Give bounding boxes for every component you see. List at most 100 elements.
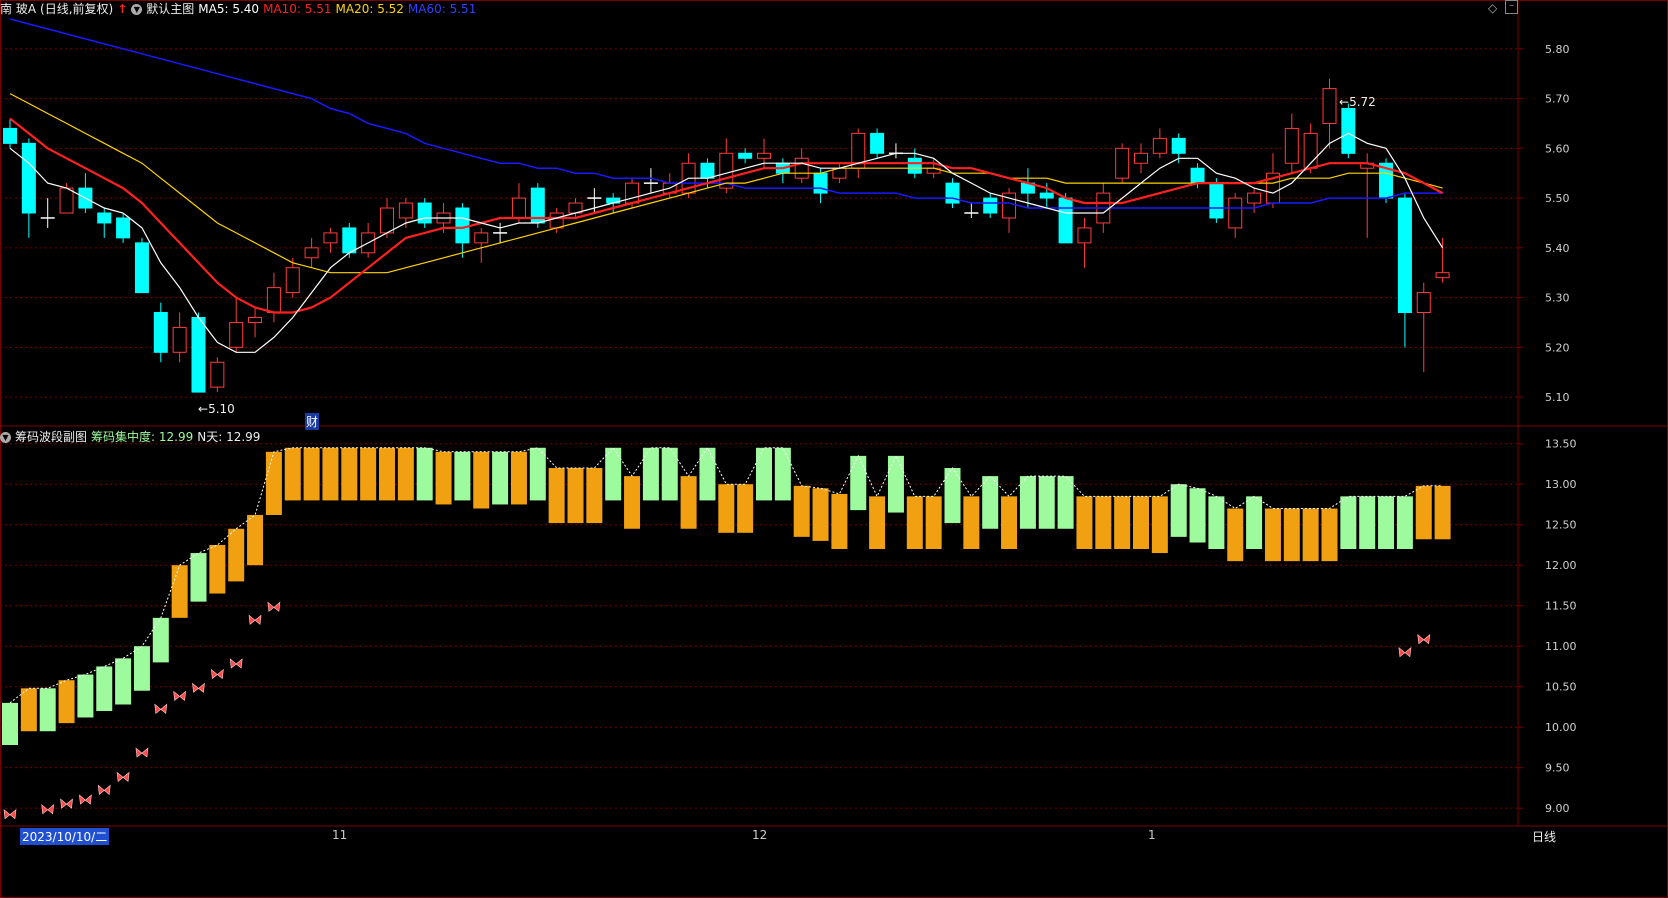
candle-body bbox=[1115, 147, 1130, 179]
chip-bar bbox=[58, 680, 75, 724]
chip-bar bbox=[1227, 508, 1244, 562]
kline-chart-window: 5.10 5.20 5.30 5.40 5.50 5.60 5.70 5.80 9.00 9.50… bbox=[0, 0, 1668, 898]
chip-bar bbox=[454, 451, 471, 501]
chip-bar bbox=[1114, 496, 1131, 550]
candle-body bbox=[210, 361, 225, 388]
chip-bar bbox=[341, 447, 358, 501]
candle-body bbox=[625, 182, 640, 204]
chip-bar bbox=[115, 658, 132, 705]
chip-bar bbox=[963, 496, 980, 550]
template-label[interactable]: 默认主图 bbox=[146, 2, 194, 16]
chip-bar bbox=[548, 468, 565, 524]
diamond-icon[interactable]: ◇ bbox=[1488, 1, 1497, 15]
candle-body bbox=[172, 326, 187, 353]
candle-body bbox=[1416, 292, 1431, 314]
candle-body bbox=[983, 197, 998, 214]
minimize-icon[interactable]: – bbox=[1505, 0, 1518, 14]
chip-bar bbox=[360, 447, 377, 501]
sub-ytick-label: 11.50 bbox=[1545, 600, 1577, 613]
financial-report-marker[interactable]: 财 bbox=[305, 413, 320, 430]
chip-bar bbox=[247, 514, 264, 566]
chip-bar bbox=[20, 688, 37, 732]
candle-body bbox=[1077, 227, 1092, 244]
chip-bar bbox=[209, 544, 226, 594]
candle-body bbox=[907, 157, 922, 174]
chip-bar bbox=[1019, 476, 1036, 529]
chip-bar bbox=[397, 447, 414, 501]
chip-bar bbox=[435, 451, 452, 505]
main-ytick-label: 5.60 bbox=[1545, 142, 1570, 155]
chip-bar bbox=[1076, 496, 1093, 550]
sub-indicator-name[interactable]: 筹码波段副图 bbox=[15, 430, 87, 444]
candle-body bbox=[191, 316, 206, 393]
main-chart-header: 南 玻A (日线,前复权) ↑ ▼ 默认主图 MA5: 5.40 MA10: 5.51 MA2… bbox=[0, 0, 480, 18]
butterfly-signal-icon bbox=[1398, 646, 1412, 658]
period-button[interactable]: 日线 bbox=[1532, 828, 1556, 845]
chevron-down-icon[interactable]: ▼ bbox=[131, 4, 143, 15]
chip-bar bbox=[718, 484, 735, 533]
main-ytick-label: 5.80 bbox=[1545, 43, 1570, 56]
chip-bar bbox=[2, 702, 18, 746]
chip-bar bbox=[1001, 496, 1018, 550]
stock-name[interactable]: 南 玻A bbox=[0, 2, 36, 16]
candle-body bbox=[1341, 108, 1356, 154]
sub-chevron-down-icon[interactable]: ▼ bbox=[0, 432, 11, 443]
chip-bar bbox=[982, 476, 999, 529]
candle-body bbox=[870, 132, 885, 154]
candle-body bbox=[304, 247, 319, 259]
month-label-nov: 11 bbox=[332, 828, 348, 842]
chip-bar bbox=[586, 468, 603, 524]
chip-bar bbox=[567, 468, 584, 524]
candle-body bbox=[21, 142, 36, 214]
candle-body bbox=[1152, 137, 1167, 154]
chip-bar bbox=[1038, 476, 1055, 529]
chip-bar bbox=[1246, 496, 1263, 550]
chip-bar bbox=[1133, 496, 1149, 550]
candle-body bbox=[1039, 192, 1054, 199]
candle-body bbox=[1322, 88, 1337, 124]
chip-bar bbox=[492, 451, 509, 505]
month-label-dec: 12 bbox=[752, 828, 768, 842]
chip-bar bbox=[190, 553, 207, 602]
sub-chart-header: ▼ 筹码波段副图 筹码集中度: 12.99 N天: 12.99 bbox=[0, 428, 264, 446]
candle-body bbox=[59, 187, 74, 214]
candle-body bbox=[757, 152, 771, 159]
sub-ytick-label: 10.50 bbox=[1545, 681, 1577, 694]
chip-bar bbox=[624, 476, 641, 529]
chip-bar bbox=[228, 528, 245, 582]
candle-body bbox=[1284, 127, 1299, 164]
butterfly-signal-icon bbox=[267, 601, 281, 612]
sub-ytick-label: 11.00 bbox=[1545, 640, 1577, 653]
chip-bar bbox=[1189, 488, 1206, 543]
low-price-annotation: ←5.10 bbox=[198, 402, 235, 416]
chip-bar bbox=[284, 447, 301, 501]
candle-body bbox=[1247, 192, 1262, 204]
sub-ytick-label: 9.50 bbox=[1545, 762, 1570, 775]
chip-bar bbox=[812, 488, 829, 541]
chip-bar bbox=[1151, 496, 1168, 554]
chip-bar bbox=[680, 476, 697, 529]
candle-body bbox=[474, 232, 489, 244]
chip-bar bbox=[303, 447, 320, 501]
arrow-up-icon[interactable]: ↑ bbox=[117, 2, 127, 16]
chip-bar bbox=[774, 447, 791, 501]
chip-bar bbox=[322, 447, 339, 501]
chip-bar bbox=[831, 493, 848, 550]
candle-body bbox=[511, 197, 526, 219]
chip-bar bbox=[1340, 496, 1357, 550]
chip-bar bbox=[529, 447, 546, 501]
sub-ytick-label: 13.00 bbox=[1545, 478, 1577, 491]
butterfly-signal-icon bbox=[3, 808, 17, 820]
chip-bar bbox=[925, 496, 942, 550]
chip-bar bbox=[887, 455, 904, 513]
candle-body bbox=[1058, 197, 1073, 244]
candle-body bbox=[398, 202, 413, 219]
chart-canvas[interactable]: 5.10 5.20 5.30 5.40 5.50 5.60 5.70 5.80 9.00 9.50… bbox=[0, 0, 1668, 898]
candle-body bbox=[134, 242, 149, 294]
candle-body bbox=[97, 212, 112, 224]
candle-body bbox=[285, 267, 300, 294]
butterfly-signal-icon bbox=[41, 804, 55, 815]
chip-bar bbox=[416, 447, 433, 501]
high-price-annotation: ←5.72 bbox=[1339, 95, 1376, 109]
ma10-value: MA10: 5.51 bbox=[263, 2, 332, 16]
